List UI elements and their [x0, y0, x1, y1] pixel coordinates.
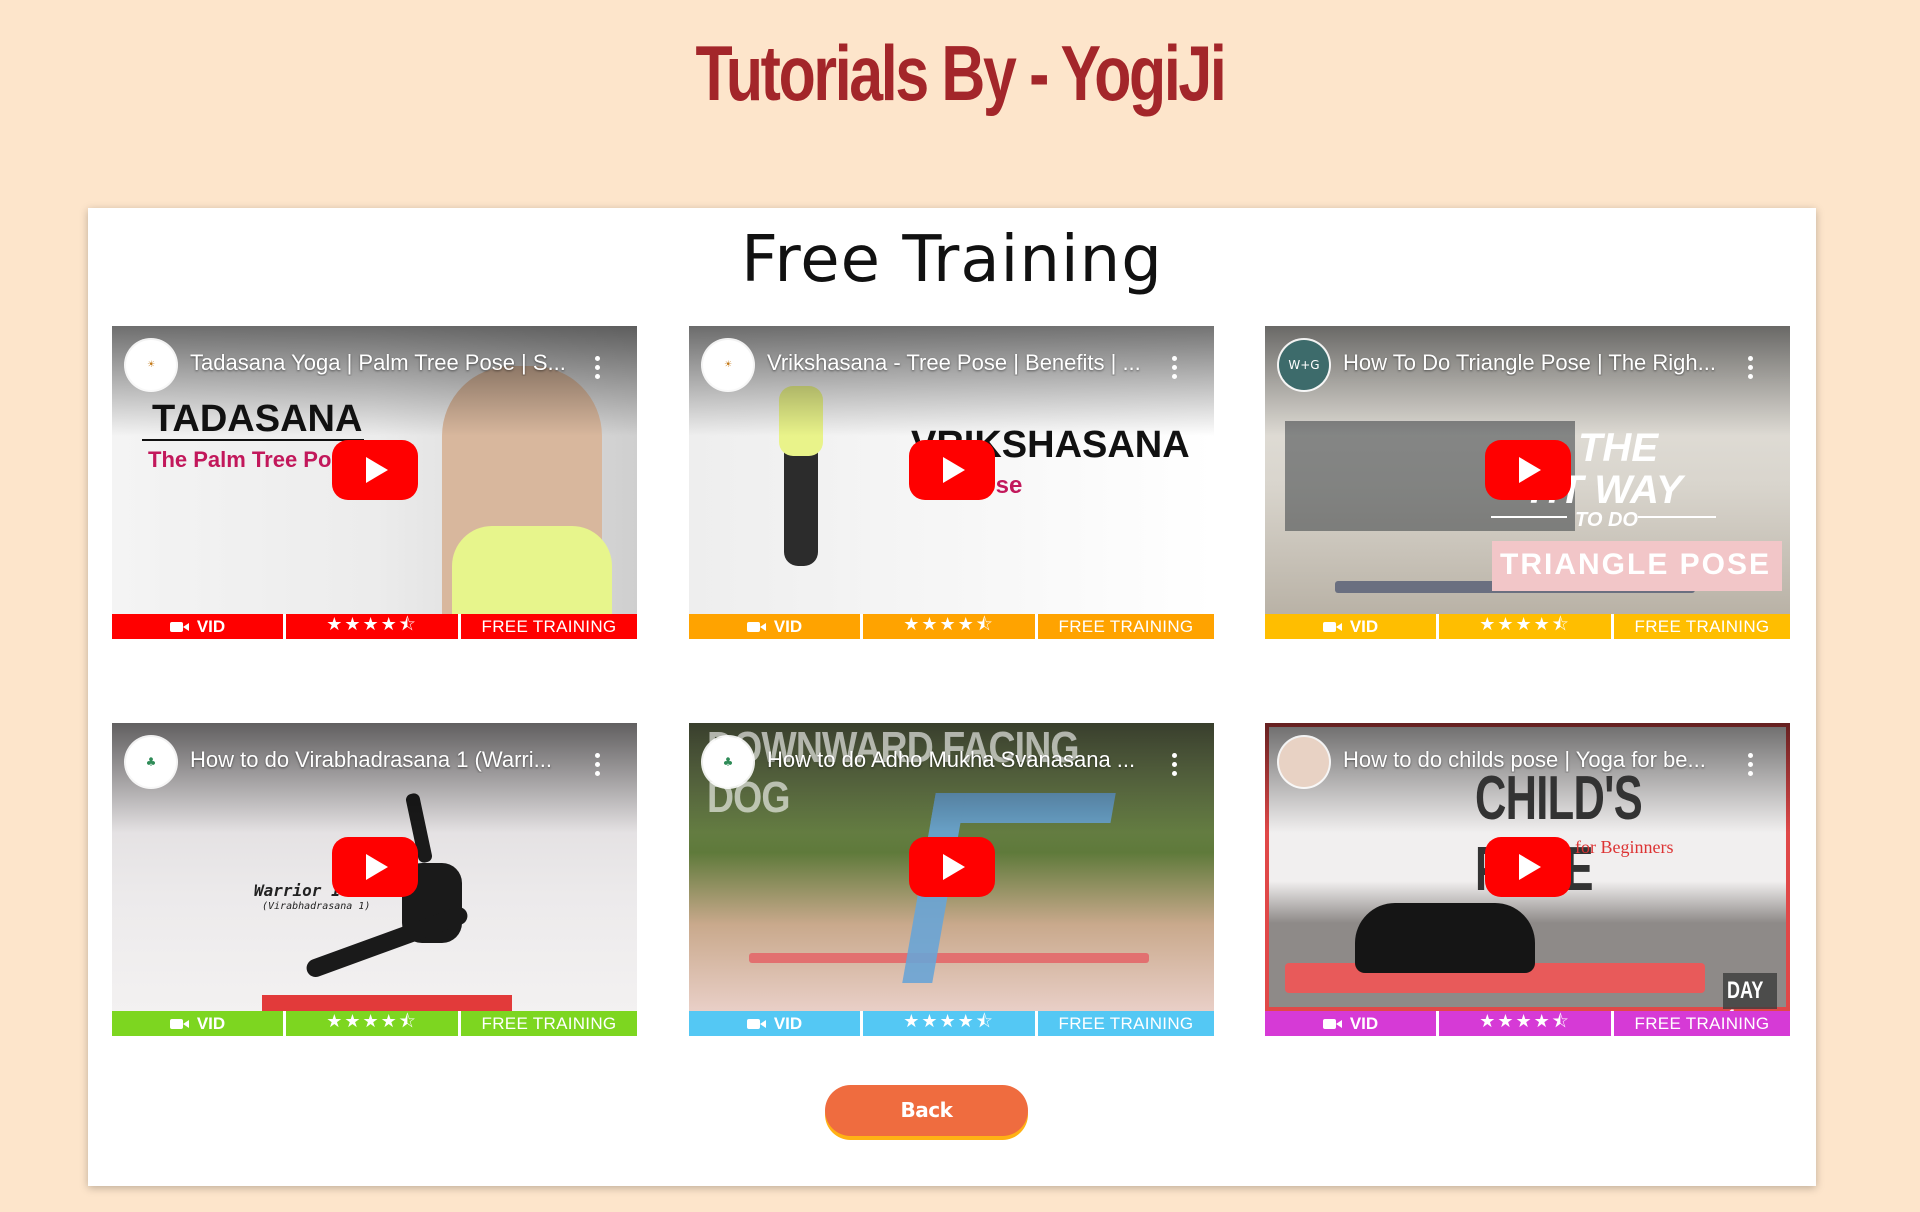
thumbnail-text: (Virabhadrasana 1): [262, 901, 371, 912]
more-options-icon[interactable]: [595, 356, 601, 380]
thumbnail-text: Warrior I: [254, 881, 341, 900]
thumbnail-text: The Palm Tree Po: [148, 447, 332, 472]
rating-stars: ★★★★⯪: [860, 1011, 1038, 1036]
play-button[interactable]: [332, 440, 418, 500]
video-card[interactable]: DOWNWARD FACING DOG ♣ How to do Adho Muk…: [689, 723, 1214, 1036]
video-thumbnail[interactable]: ♣ How to do Virabhadrasana 1 (Warri... W…: [112, 723, 637, 1011]
site-title: Tutorials By - YogiJi: [695, 29, 1227, 117]
video-camera-icon: [1322, 1018, 1342, 1029]
video-thumbnail[interactable]: ☀ Vrikshasana - Tree Pose | Benefits | .…: [689, 326, 1214, 614]
free-training-label: FREE TRAINING: [461, 614, 637, 639]
rating-stars: ★★★★⯪: [283, 614, 461, 639]
play-button[interactable]: [332, 837, 418, 897]
thumbnail-text: TO DO: [1575, 509, 1638, 531]
video-camera-icon: [169, 621, 189, 632]
thumbnail-text: THE: [1578, 426, 1658, 470]
video-thumbnail[interactable]: How to do childs pose | Yoga for be... C…: [1265, 723, 1790, 1011]
video-title[interactable]: How to do Adho Mukha Svanasana ...: [767, 747, 1157, 773]
play-button[interactable]: [909, 440, 995, 500]
back-button[interactable]: Back: [825, 1085, 1028, 1136]
info-bar: VID ★★★★⯪ FREE TRAINING: [689, 614, 1214, 639]
video-title[interactable]: Tadasana Yoga | Palm Tree Pose | S...: [190, 350, 580, 376]
free-training-panel: Free Training ☀ Tadasana Yoga | Palm Tre…: [88, 208, 1816, 1186]
thumbnail-text: DAY 1: [1727, 977, 1764, 1011]
media-type-badge: VID: [689, 1011, 860, 1036]
video-camera-icon: [169, 1018, 189, 1029]
media-type-badge: VID: [112, 1011, 283, 1036]
channel-avatar[interactable]: [1279, 737, 1329, 787]
video-card[interactable]: How to do childs pose | Yoga for be... C…: [1265, 723, 1790, 1036]
video-title[interactable]: How to do Virabhadrasana 1 (Warri...: [190, 747, 580, 773]
channel-avatar[interactable]: ☀: [126, 340, 176, 390]
more-options-icon[interactable]: [1748, 356, 1754, 380]
rating-stars: ★★★★⯪: [1436, 1011, 1614, 1036]
free-training-label: FREE TRAINING: [1614, 614, 1790, 639]
media-type-badge: VID: [689, 614, 860, 639]
panel-title: Free Training: [741, 223, 1163, 297]
info-bar: VID ★★★★⯪ FREE TRAINING: [1265, 1011, 1790, 1036]
free-training-label: FREE TRAINING: [461, 1011, 637, 1036]
rating-stars: ★★★★⯪: [860, 614, 1038, 639]
video-camera-icon: [746, 621, 766, 632]
play-button[interactable]: [909, 837, 995, 897]
more-options-icon[interactable]: [595, 753, 601, 777]
more-options-icon[interactable]: [1172, 356, 1178, 380]
channel-avatar[interactable]: W+G: [1279, 340, 1329, 390]
thumbnail-text: for Beginners: [1575, 837, 1674, 857]
channel-avatar[interactable]: ♣: [703, 737, 753, 787]
info-bar: VID ★★★★⯪ FREE TRAINING: [112, 1011, 637, 1036]
video-camera-icon: [746, 1018, 766, 1029]
info-bar: VID ★★★★⯪ FREE TRAINING: [689, 1011, 1214, 1036]
free-training-label: FREE TRAINING: [1038, 614, 1214, 639]
thumbnail-text: TADASANA: [152, 398, 363, 440]
media-type-badge: VID: [1265, 1011, 1436, 1036]
channel-avatar[interactable]: ♣: [126, 737, 176, 787]
video-card[interactable]: ☀ Tadasana Yoga | Palm Tree Pose | S... …: [112, 326, 637, 639]
video-title[interactable]: Vrikshasana - Tree Pose | Benefits | ...: [767, 350, 1157, 376]
media-type-badge: VID: [112, 614, 283, 639]
video-card[interactable]: W+G How To Do Triangle Pose | The Righ..…: [1265, 326, 1790, 639]
video-card[interactable]: ☀ Vrikshasana - Tree Pose | Benefits | .…: [689, 326, 1214, 639]
video-thumbnail[interactable]: ☀ Tadasana Yoga | Palm Tree Pose | S... …: [112, 326, 637, 614]
video-title[interactable]: How To Do Triangle Pose | The Righ...: [1343, 350, 1733, 376]
media-type-badge: VID: [1265, 614, 1436, 639]
free-training-label: FREE TRAINING: [1038, 1011, 1214, 1036]
channel-avatar[interactable]: ☀: [703, 340, 753, 390]
thumbnail-text: DOWNWARD FACING DOG: [707, 723, 1079, 822]
play-button[interactable]: [1485, 440, 1571, 500]
video-thumbnail[interactable]: DOWNWARD FACING DOG ♣ How to do Adho Muk…: [689, 723, 1214, 1011]
free-training-label: FREE TRAINING: [1614, 1011, 1790, 1036]
play-button[interactable]: [1485, 837, 1571, 897]
rating-stars: ★★★★⯪: [1436, 614, 1614, 639]
info-bar: VID ★★★★⯪ FREE TRAINING: [112, 614, 637, 639]
thumbnail-text: TRIANGLE POSE: [1500, 548, 1772, 581]
more-options-icon[interactable]: [1748, 753, 1754, 777]
rating-stars: ★★★★⯪: [283, 1011, 461, 1036]
video-card[interactable]: ♣ How to do Virabhadrasana 1 (Warri... W…: [112, 723, 637, 1036]
video-thumbnail[interactable]: W+G How To Do Triangle Pose | The Righ..…: [1265, 326, 1790, 614]
more-options-icon[interactable]: [1172, 753, 1178, 777]
info-bar: VID ★★★★⯪ FREE TRAINING: [1265, 614, 1790, 639]
video-camera-icon: [1322, 621, 1342, 632]
